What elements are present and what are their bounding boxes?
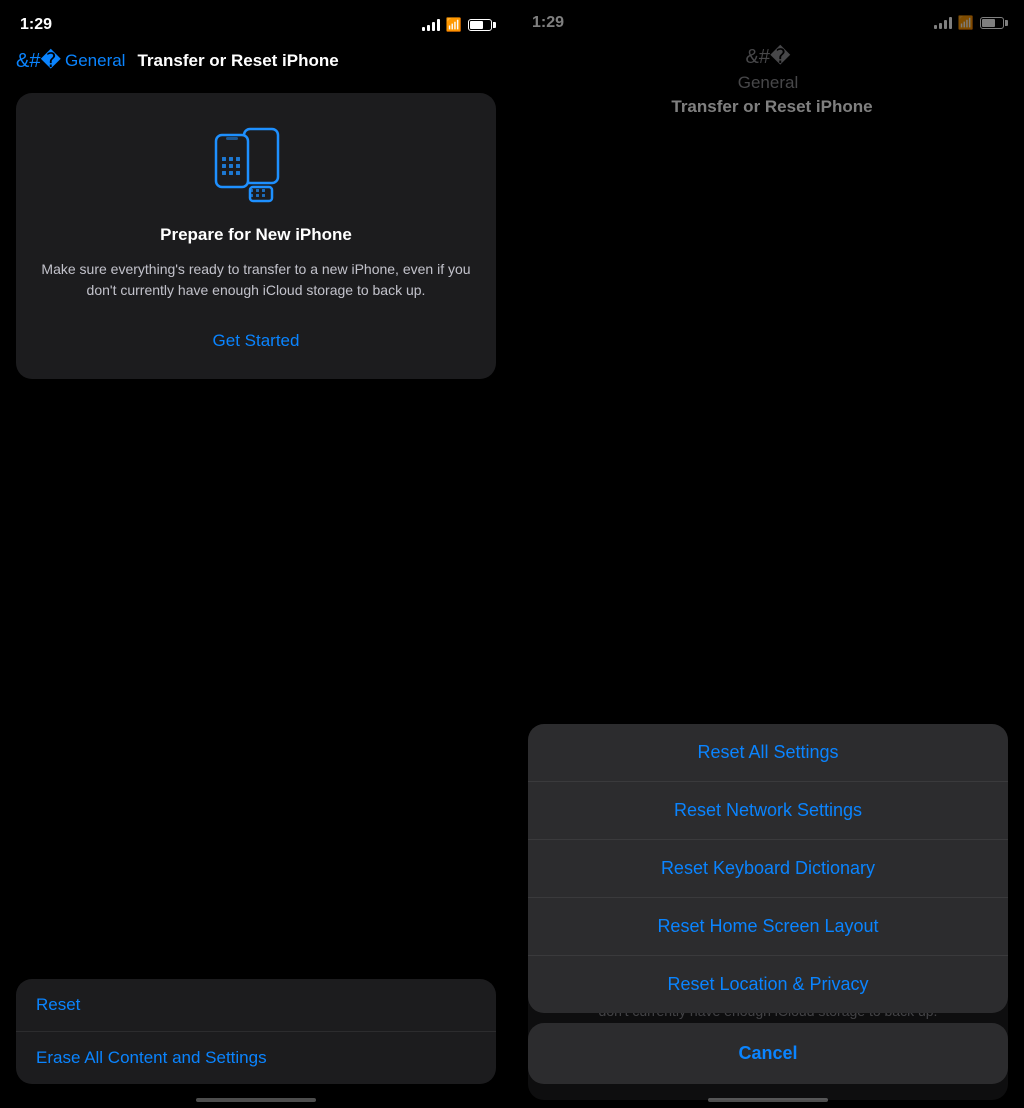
left-wifi-icon: 📶 [446, 17, 462, 33]
right-home-indicator [708, 1098, 828, 1102]
reset-home-screen-layout-label: Reset Home Screen Layout [657, 916, 878, 936]
erase-all-label: Erase All Content and Settings [36, 1048, 267, 1067]
action-sheet-menu: Reset All Settings Reset Network Setting… [528, 724, 1008, 1013]
left-phone-transfer-icon [206, 121, 306, 211]
cancel-button[interactable]: Cancel [528, 1023, 1008, 1084]
right-time: 1:29 [532, 14, 564, 32]
reset-all-settings-item[interactable]: Reset All Settings [528, 724, 1008, 782]
left-status-icons: 📶 [422, 17, 492, 33]
action-sheet: Reset All Settings Reset Network Setting… [528, 724, 1008, 1084]
reset-button-item[interactable]: Reset [16, 979, 496, 1032]
reset-keyboard-dictionary-item[interactable]: Reset Keyboard Dictionary [528, 840, 1008, 898]
reset-network-settings-label: Reset Network Settings [674, 800, 862, 820]
left-back-label[interactable]: General [65, 51, 125, 71]
left-time: 1:29 [20, 16, 52, 34]
left-back-chevron-icon[interactable]: &#� [16, 48, 61, 73]
reset-location-privacy-item[interactable]: Reset Location & Privacy [528, 956, 1008, 1013]
left-nav-title: Transfer or Reset iPhone [137, 51, 338, 71]
cancel-label: Cancel [738, 1043, 797, 1063]
right-status-icons: 📶 [934, 15, 1004, 31]
reset-location-privacy-label: Reset Location & Privacy [667, 974, 868, 994]
left-home-indicator [196, 1098, 316, 1102]
reset-keyboard-dictionary-label: Reset Keyboard Dictionary [661, 858, 875, 878]
left-reset-card: Reset Erase All Content and Settings [16, 979, 496, 1084]
reset-network-settings-item[interactable]: Reset Network Settings [528, 782, 1008, 840]
reset-all-settings-label: Reset All Settings [697, 742, 838, 762]
left-prepare-title: Prepare for New iPhone [160, 225, 352, 245]
right-battery-icon [980, 17, 1004, 29]
right-back-chevron-icon[interactable]: &#� [746, 44, 791, 69]
left-battery-icon [468, 19, 492, 31]
left-prepare-card: Prepare for New iPhone Make sure everyth… [16, 93, 496, 379]
right-wifi-icon: 📶 [958, 15, 974, 31]
left-signal-icon [422, 19, 440, 31]
right-signal-icon [934, 17, 952, 29]
left-status-bar: 1:29 📶 [0, 0, 512, 44]
left-prepare-desc: Make sure everything's ready to transfer… [36, 259, 476, 301]
left-bottom-section: Reset Erase All Content and Settings [16, 979, 496, 1084]
left-nav-header: &#� General Transfer or Reset iPhone [0, 44, 512, 85]
right-panel: 1:29 📶 &#� General Transfer or Reset iPh… [512, 0, 1024, 1108]
left-panel: 1:29 📶 &#� General Transfer or Reset iPh… [0, 0, 512, 1108]
erase-all-button-item[interactable]: Erase All Content and Settings [16, 1032, 496, 1084]
reset-label: Reset [36, 995, 80, 1014]
right-back-label[interactable]: General [738, 73, 798, 93]
reset-home-screen-layout-item[interactable]: Reset Home Screen Layout [528, 898, 1008, 956]
left-get-started-button[interactable]: Get Started [213, 323, 300, 359]
right-nav-title: Transfer or Reset iPhone [671, 97, 872, 117]
right-status-bar: 1:29 📶 [512, 0, 1024, 40]
right-nav-header: &#� General Transfer or Reset iPhone [512, 40, 1024, 806]
